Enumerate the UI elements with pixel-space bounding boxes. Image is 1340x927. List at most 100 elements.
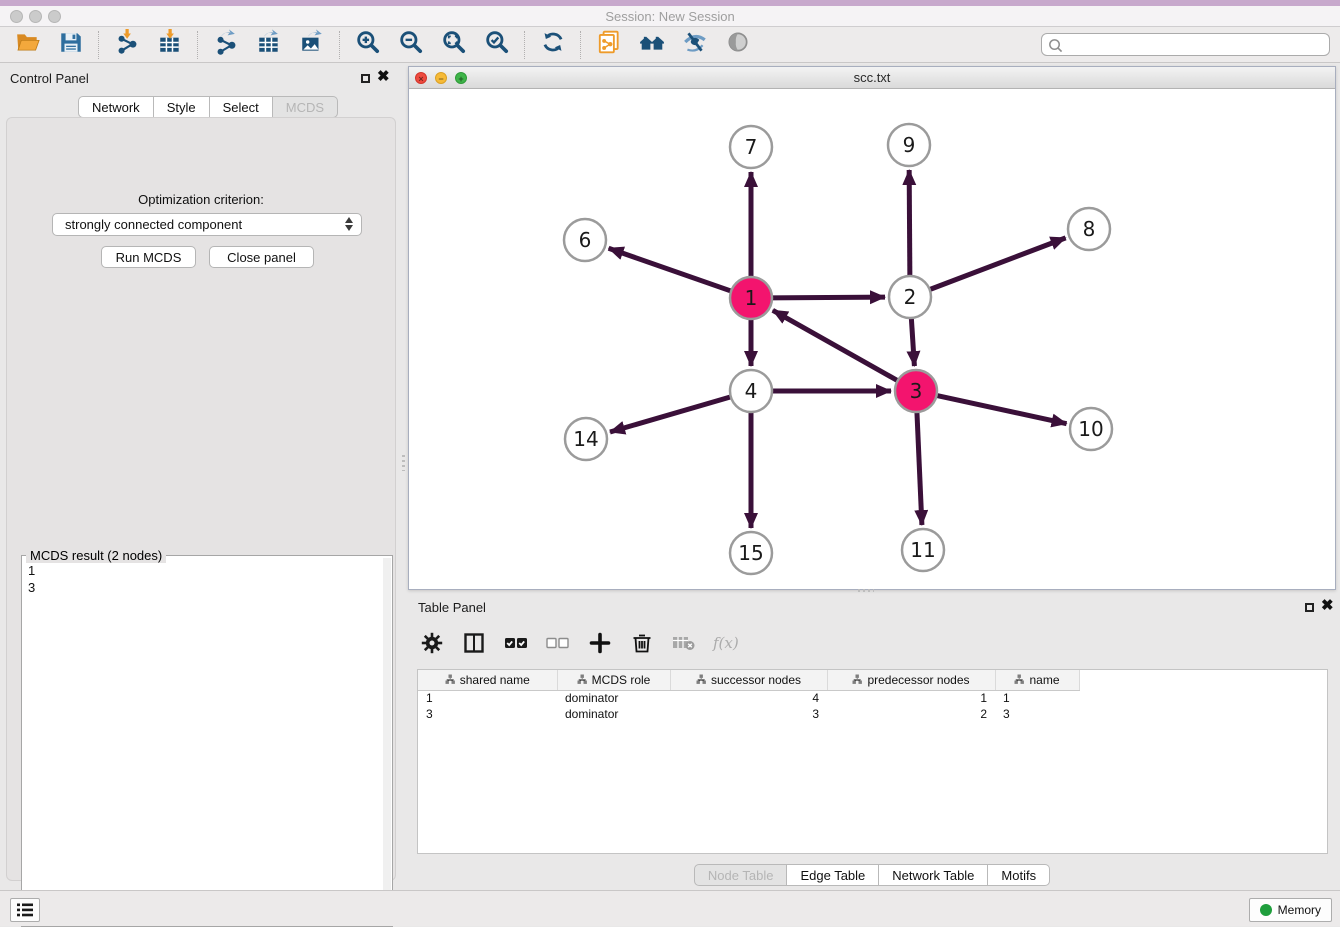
graph-edge-3-10[interactable] [934,395,1067,424]
table-cell[interactable]: dominator [557,706,670,722]
select-all-button[interactable] [502,632,529,659]
graph-edge-1-6[interactable] [609,248,734,292]
table-cell[interactable]: 1 [995,690,1079,706]
toolbar-search [1041,33,1330,56]
new-network-from-selection-button[interactable] [595,31,622,58]
horizontal-splitter-handle[interactable] [858,589,874,592]
toolbar-group [0,31,98,58]
export-table-button[interactable] [255,31,282,58]
dropdown-value: strongly connected component [65,217,242,232]
import-network-button[interactable] [113,31,140,58]
graph-node-11[interactable]: 11 [902,529,944,571]
graph-node-9[interactable]: 9 [888,124,930,166]
column-header-successor-nodes[interactable]: successor nodes [670,670,827,690]
hide-details-button[interactable] [681,31,708,58]
graph-node-14[interactable]: 14 [565,418,607,460]
tab-network-table[interactable]: Network Table [879,864,988,886]
run-mcds-button[interactable]: Run MCDS [101,246,196,268]
table-cell[interactable]: 3 [418,706,557,722]
graph-node-label: 10 [1078,417,1103,441]
graph-edge-3-1[interactable] [773,310,901,382]
refresh-button[interactable] [539,31,566,58]
task-history-button[interactable] [10,898,40,922]
import-table-button[interactable] [156,31,183,58]
delete-table-button[interactable] [670,632,697,659]
graph-node-4[interactable]: 4 [730,370,772,412]
new-network-icon [596,29,622,60]
control-panel-title: Control Panel [10,71,89,86]
table-cell[interactable]: 2 [827,706,995,722]
network-graph-canvas[interactable]: 7 9 6 8 1 2 4 3 14 10 15 11 [409,89,1335,589]
graph-edge-2-3[interactable] [911,315,914,366]
zoom-fit-button[interactable] [440,31,467,58]
graph-node-1[interactable]: 1 [730,277,772,319]
vertical-splitter-handle[interactable] [402,455,405,471]
graph-edge-2-9[interactable] [909,170,910,279]
table-cell[interactable]: 1 [827,690,995,706]
column-header-predecessor-nodes[interactable]: predecessor nodes [827,670,995,690]
close-panel-button[interactable]: Close panel [209,246,314,268]
graph-node-6[interactable]: 6 [564,219,606,261]
zoom-out-icon [398,29,424,60]
tab-network[interactable]: Network [78,96,154,118]
optimization-criterion-select[interactable]: strongly connected component [52,213,362,236]
table-cell[interactable]: dominator [557,690,670,706]
close-panel-icon[interactable]: ✖ [377,67,390,87]
mcds-result-scrollbar[interactable] [383,558,391,920]
table-row[interactable]: 1dominator411 [418,690,1079,706]
close-table-panel-icon[interactable]: ✖ [1321,596,1334,616]
zoom-selected-button[interactable] [483,31,510,58]
graph-edge-1-2[interactable] [769,297,885,298]
float-panel-icon[interactable] [361,74,370,83]
plus-icon [588,631,612,660]
column-header-name[interactable]: name [995,670,1079,690]
graph-node-8[interactable]: 8 [1068,208,1110,250]
table-cell[interactable]: 3 [995,706,1079,722]
column-header-MCDS-role[interactable]: MCDS role [557,670,670,690]
graph-edge-2-8[interactable] [927,238,1066,291]
table-cell[interactable]: 1 [418,690,557,706]
graph-node-2[interactable]: 2 [889,276,931,318]
search-input[interactable] [1041,33,1330,56]
zoom-out-button[interactable] [397,31,424,58]
zoom-in-button[interactable] [354,31,381,58]
tab-motifs[interactable]: Motifs [988,864,1050,886]
mac-titlebar: Session: New Session [0,0,1340,27]
graph-node-10[interactable]: 10 [1070,408,1112,450]
table-row[interactable]: 3dominator323 [418,706,1079,722]
tab-select[interactable]: Select [210,96,273,118]
delete-columns-button[interactable] [628,632,655,659]
open-session-button[interactable] [14,31,41,58]
add-column-button[interactable] [586,632,613,659]
network-window-titlebar[interactable]: × − + scc.txt [409,67,1335,89]
toolbar-group [99,31,197,58]
save-session-button[interactable] [57,31,84,58]
tab-style[interactable]: Style [154,96,210,118]
delete-table-icon [672,631,696,660]
deselect-all-button[interactable] [544,632,571,659]
export-image-button[interactable] [298,31,325,58]
tab-edge-table[interactable]: Edge Table [787,864,879,886]
graph-edge-3-11[interactable] [917,409,922,525]
export-table-icon [256,29,282,60]
graph-node-7[interactable]: 7 [730,126,772,168]
first-neighbors-button[interactable] [638,31,665,58]
table-cell[interactable]: 3 [670,706,827,722]
column-header-shared-name[interactable]: shared name [418,670,557,690]
function-builder-button[interactable]: f(x) [712,632,739,659]
table-cell[interactable]: 4 [670,690,827,706]
control-panel: Control Panel ✖ NetworkStyleSelectMCDS O… [0,63,402,890]
graph-edge-4-14[interactable] [610,396,734,432]
tree-icon [696,673,706,687]
show-details-button[interactable] [724,31,751,58]
tab-mcds[interactable]: MCDS [273,96,338,118]
toggle-columns-button[interactable] [460,632,487,659]
table-settings-button[interactable] [418,632,445,659]
tab-node-table[interactable]: Node Table [694,864,788,886]
float-table-panel-icon[interactable] [1305,603,1314,612]
memory-button[interactable]: Memory [1249,898,1332,922]
graph-node-3[interactable]: 3 [895,370,937,412]
graph-node-15[interactable]: 15 [730,532,772,574]
export-network-button[interactable] [212,31,239,58]
tree-icon [577,673,587,687]
